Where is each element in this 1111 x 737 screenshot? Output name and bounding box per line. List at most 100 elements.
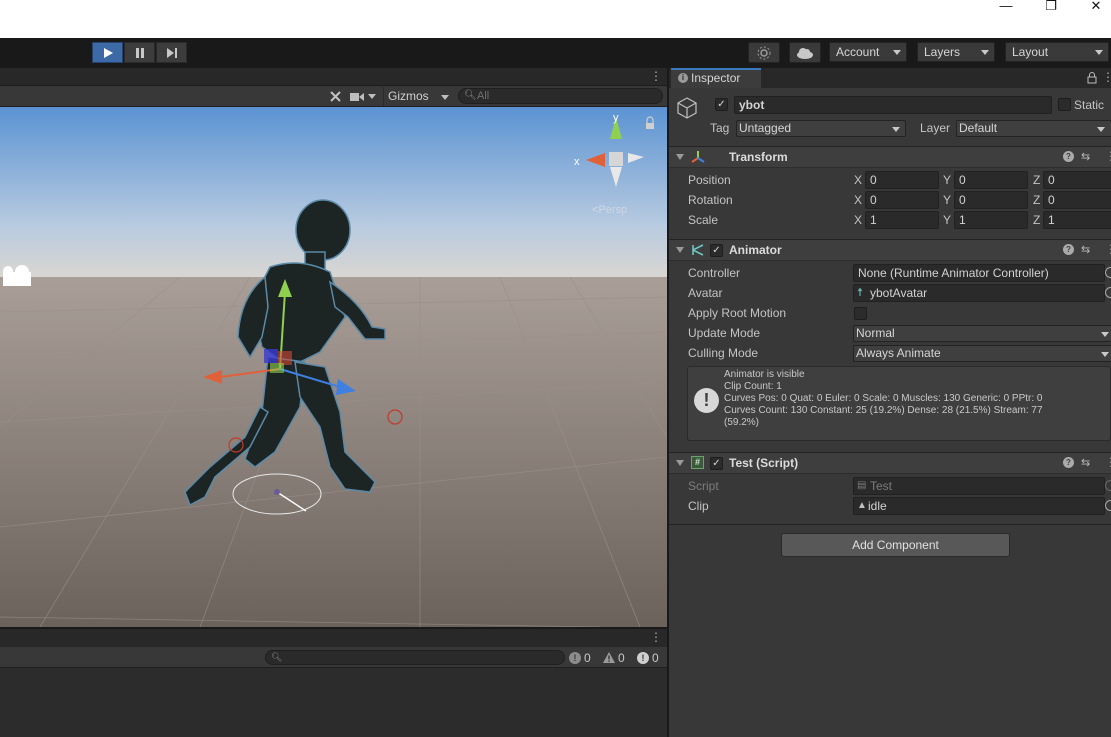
object-picker-icon[interactable] [1105, 500, 1111, 511]
restore-button[interactable]: ❐ [1031, 0, 1071, 12]
apply-root-motion-checkbox[interactable] [854, 307, 867, 320]
controller-value: None (Runtime Animator Controller) [858, 266, 1049, 280]
more-options-icon[interactable]: ⋮ [1105, 242, 1111, 256]
minimize-button[interactable]: — [986, 0, 1026, 12]
tools-button[interactable] [325, 88, 345, 105]
persp-label[interactable]: <Persp [592, 204, 627, 216]
warning-toggle[interactable]: 0 [603, 649, 633, 666]
animator-icon [692, 244, 704, 256]
controller-field[interactable]: None (Runtime Animator Controller) [853, 264, 1105, 282]
rotation-x-value: 0 [870, 193, 877, 207]
info-line: (59.2%) [724, 417, 760, 428]
scene-render: y x <Persp [0, 107, 667, 627]
update-mode-dropdown[interactable]: Normal [853, 325, 1111, 342]
update-mode-value: Normal [856, 326, 895, 340]
account-dropdown[interactable]: Account [829, 42, 907, 62]
search-icon: 🔍︎ [271, 652, 283, 662]
position-z-field[interactable]: 0 [1043, 171, 1111, 189]
more-options-icon[interactable]: ⋮ [650, 70, 662, 82]
gizmos-dropdown[interactable]: Gizmos [383, 87, 451, 106]
add-component-button[interactable]: Add Component [781, 533, 1010, 557]
transform-header[interactable]: Transform ? ⇆ ⋮ [669, 146, 1111, 168]
scene-search-input[interactable]: 🔍︎ All [458, 88, 663, 104]
avatar-field[interactable]: ☨ ybotAvatar [853, 284, 1105, 302]
cloud-icon [797, 47, 813, 59]
account-label: Account [836, 45, 880, 59]
layers-dropdown[interactable]: Layers [917, 42, 995, 62]
help-icon[interactable]: ? [1063, 151, 1074, 162]
clip-field[interactable]: ▲ idle [853, 497, 1105, 515]
help-icon[interactable]: ? [1063, 244, 1074, 255]
camera-button[interactable] [350, 88, 380, 105]
tab-inspector-label: Inspector [691, 71, 741, 85]
test-script-title: Test (Script) [729, 456, 799, 470]
error-toggle[interactable]: ! 0 [569, 649, 599, 666]
layout-dropdown[interactable]: Layout [1005, 42, 1109, 62]
layer-value: Default [959, 121, 998, 135]
rotation-x-field[interactable]: 0 [865, 191, 939, 209]
presets-icon[interactable]: ⇆ [1081, 243, 1090, 257]
object-picker-icon[interactable] [1105, 287, 1111, 298]
more-options-icon[interactable]: ⋮ [1105, 455, 1111, 469]
rotation-y-field[interactable]: 0 [954, 191, 1028, 209]
update-mode-label: Update Mode [688, 326, 761, 340]
scene-search-placeholder: All [477, 90, 490, 102]
step-button[interactable] [156, 42, 187, 63]
chevron-down-icon [1097, 127, 1105, 132]
scene-viewport[interactable]: y x <Persp [0, 107, 667, 627]
warning-icon [603, 651, 615, 663]
position-y-field[interactable]: 0 [954, 171, 1028, 189]
console-toolbar: 🔍︎ ! 0 0 ! 0 [0, 647, 667, 668]
info-line: Curves Pos: 0 Quat: 0 Euler: 0 Scale: 0 … [724, 393, 1043, 404]
foldout-icon [676, 154, 684, 160]
info-icon: ! [637, 651, 649, 664]
collab-button[interactable] [748, 42, 780, 63]
foldout-icon [676, 460, 684, 466]
tag-dropdown[interactable]: Untagged [736, 120, 906, 137]
info-toggle[interactable]: ! 0 [637, 649, 667, 666]
static-checkbox[interactable] [1058, 98, 1071, 111]
cloud-button[interactable] [789, 42, 821, 63]
scale-z-field[interactable]: 1 [1043, 211, 1111, 229]
test-script-header[interactable]: # ✓ Test (Script) ? ⇆ ⋮ [669, 452, 1111, 474]
rotation-z-field[interactable]: 0 [1043, 191, 1111, 209]
culling-mode-label: Culling Mode [688, 346, 759, 360]
rotation-label: Rotation [688, 193, 733, 207]
component-divider [669, 524, 1111, 525]
console-search-input[interactable]: 🔍︎ [265, 650, 565, 665]
culling-mode-dropdown[interactable]: Always Animate [853, 345, 1111, 362]
camera-icon [350, 92, 364, 101]
layers-label: Layers [924, 45, 961, 59]
scale-y-field[interactable]: 1 [954, 211, 1028, 229]
lock-icon[interactable] [1087, 72, 1097, 84]
more-options-icon[interactable]: ⋮ [1105, 149, 1111, 163]
chevron-down-icon [368, 94, 376, 99]
test-script-enabled-checkbox[interactable]: ✓ [710, 457, 723, 470]
layer-dropdown[interactable]: Default [956, 120, 1111, 137]
more-options-icon[interactable]: ⋮ [1102, 70, 1111, 84]
search-icon: 🔍︎ [464, 90, 477, 101]
camera-gizmo-icon [3, 265, 31, 286]
console-log-area[interactable] [0, 668, 667, 737]
object-picker-icon [1105, 480, 1111, 491]
close-window-button[interactable]: ✕ [1076, 0, 1111, 12]
help-icon[interactable]: ? [1063, 457, 1074, 468]
object-name-input[interactable]: ybot [734, 96, 1052, 114]
more-options-icon[interactable]: ⋮ [650, 631, 662, 643]
scale-x-field[interactable]: 1 [865, 211, 939, 229]
axis-x-label: X [854, 213, 863, 227]
animator-enabled-checkbox[interactable]: ✓ [710, 244, 723, 257]
tab-inspector[interactable]: i Inspector [671, 68, 761, 88]
pause-button[interactable] [124, 42, 155, 63]
object-picker-icon[interactable] [1105, 267, 1111, 278]
restore-icon: ❐ [1045, 0, 1057, 13]
presets-icon[interactable]: ⇆ [1081, 456, 1090, 470]
animator-header[interactable]: ✓ Animator ? ⇆ ⋮ [669, 239, 1111, 261]
position-x-field[interactable]: 0 [865, 171, 939, 189]
active-checkbox[interactable]: ✓ [715, 98, 728, 111]
presets-icon[interactable]: ⇆ [1081, 150, 1090, 164]
scale-y-value: 1 [959, 213, 966, 227]
chevron-down-icon [981, 50, 989, 55]
info-icon: i [678, 73, 688, 83]
play-button[interactable] [92, 42, 123, 63]
